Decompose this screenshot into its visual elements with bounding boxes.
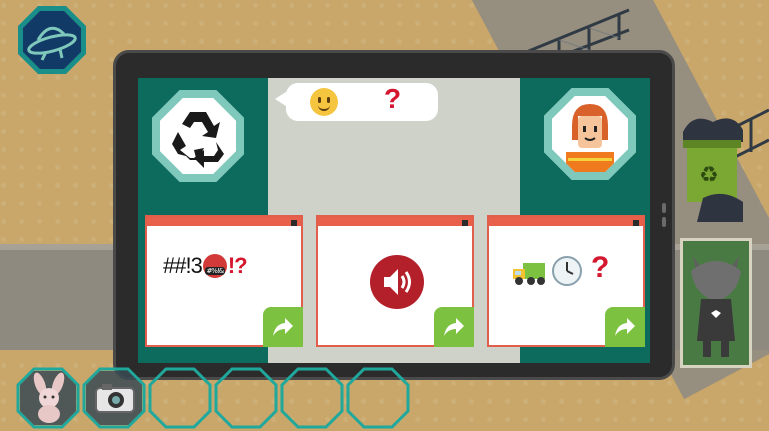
rabbit-toy-icon: [33, 372, 65, 423]
inventory-slot-camera[interactable]: [92, 378, 138, 418]
recycle-avatar-frame: [152, 90, 244, 182]
censored-mouth: #%!&: [204, 267, 225, 275]
speech-question-mark: ?: [384, 83, 402, 114]
swear-symbols: ##!3: [163, 253, 203, 278]
inventory-slot-rabbit[interactable]: [26, 372, 72, 424]
response-card-truck-time[interactable]: ?: [487, 215, 645, 347]
select-arrow-button[interactable]: [605, 307, 645, 347]
creature-icon: [691, 256, 741, 357]
arrow-right-icon: [273, 318, 293, 336]
response-card-swearing[interactable]: ##!3 #%!&!?: [145, 215, 303, 347]
truck-icon: [513, 263, 545, 285]
ufo-menu-button[interactable]: [16, 4, 88, 76]
card-titlebar: [318, 217, 472, 226]
swearing-text: ##!3 #%!&!?: [163, 253, 248, 279]
poster: [680, 238, 752, 368]
arrow-right-icon: [615, 318, 635, 336]
select-arrow-button[interactable]: [434, 307, 474, 347]
worker-avatar: [552, 96, 628, 172]
tablet-dialog: ? ##!3 #%!&!? ?: [113, 50, 675, 380]
swear-punctuation: !?: [227, 253, 248, 278]
ufo-icon: [18, 6, 86, 74]
worker-avatar-frame: [544, 88, 636, 180]
inventory-slot-empty[interactable]: [152, 370, 212, 428]
inventory-slot-empty[interactable]: [350, 370, 410, 428]
card-close-square: [633, 220, 639, 226]
inventory-slot-empty[interactable]: [284, 370, 344, 428]
card-close-square: [462, 220, 468, 226]
recycling-bins: ♻: [683, 118, 743, 222]
card-titlebar: [489, 217, 643, 226]
svg-text:♻: ♻: [699, 163, 719, 188]
inventory-slot-empty[interactable]: [218, 370, 278, 428]
select-arrow-button[interactable]: [263, 307, 303, 347]
arrow-right-icon: [444, 318, 464, 336]
card-close-square: [291, 220, 297, 226]
angry-face-icon: #%!&: [202, 254, 227, 278]
clock-icon: [552, 256, 582, 286]
speech-bubble: ?: [286, 83, 438, 121]
tablet-screen: ? ##!3 #%!&!? ?: [138, 78, 650, 363]
speaker-icon: [370, 255, 424, 309]
smiley-icon: [310, 88, 338, 116]
camera-icon: [95, 384, 135, 413]
tablet-side-button: [662, 203, 666, 227]
recycle-icon: [160, 98, 236, 174]
question-mark: ?: [591, 251, 610, 284]
response-card-sound[interactable]: [316, 215, 474, 347]
card-titlebar: [147, 217, 301, 226]
